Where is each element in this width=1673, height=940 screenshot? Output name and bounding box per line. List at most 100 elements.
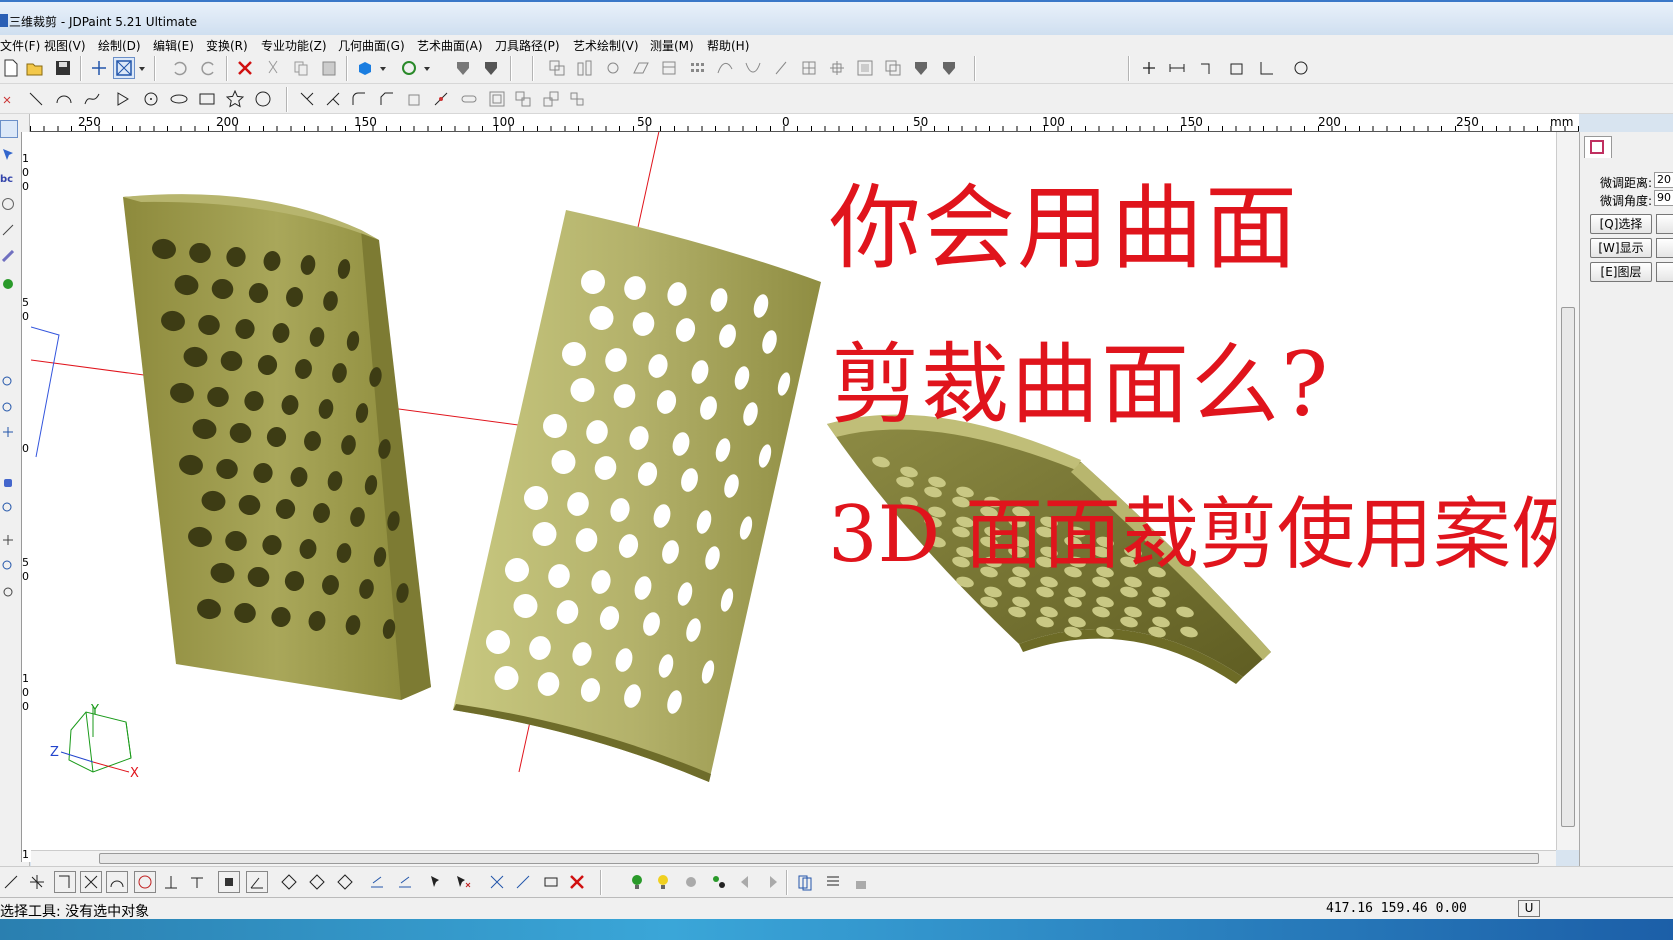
circle-tool-icon[interactable] <box>2 198 14 210</box>
new-file-icon[interactable] <box>0 57 22 79</box>
snap-star-icon[interactable] <box>26 871 48 893</box>
dropdown-arrow-icon[interactable] <box>420 57 434 79</box>
select-extra-button[interactable] <box>1656 214 1673 234</box>
vertical-scroll-thumb[interactable] <box>1561 307 1575 827</box>
snap-arc-icon[interactable] <box>106 871 128 893</box>
open-folder-icon[interactable] <box>24 57 46 79</box>
snap-grid-icon[interactable] <box>218 871 240 893</box>
snap-corner-icon[interactable] <box>54 871 76 893</box>
clear-selection-icon[interactable] <box>566 871 588 893</box>
snap-perpendicular-icon[interactable] <box>160 871 182 893</box>
display-button[interactable]: [W]显示 <box>1590 238 1652 258</box>
shield-icon[interactable] <box>452 57 474 79</box>
snap-line-icon[interactable] <box>0 871 22 893</box>
menu-transform[interactable]: 变换(R) <box>206 37 248 54</box>
line-icon[interactable] <box>25 88 47 110</box>
select-button[interactable]: [Q]选择 <box>1590 214 1652 234</box>
boolean-icon[interactable] <box>882 57 904 79</box>
menu-draw[interactable]: 绘制(D) <box>98 37 141 54</box>
fill-tool-icon[interactable] <box>2 278 14 290</box>
zoom-out-icon[interactable] <box>2 402 14 414</box>
polygon-circle-icon[interactable] <box>252 88 274 110</box>
dropdown-arrow-icon[interactable] <box>376 57 390 79</box>
snap-tangent-icon[interactable] <box>186 871 208 893</box>
curve-icon[interactable] <box>742 57 764 79</box>
display-extra-button[interactable] <box>1656 238 1673 258</box>
arrow-left-icon[interactable] <box>734 871 756 893</box>
layer-tool-icon[interactable] <box>394 871 416 893</box>
menu-art-drawing[interactable]: 艺术绘制(V) <box>573 37 639 54</box>
move-icon[interactable] <box>2 534 14 546</box>
redo-icon[interactable] <box>198 57 220 79</box>
menu-professional[interactable]: 专业功能(Z) <box>261 37 327 54</box>
extend-icon[interactable] <box>322 88 344 110</box>
layers-icon[interactable] <box>566 88 588 110</box>
zoom-window-small-icon[interactable] <box>2 560 14 572</box>
grid-icon[interactable] <box>798 57 820 79</box>
rotate-icon[interactable] <box>602 57 624 79</box>
render-icon[interactable] <box>680 871 702 893</box>
select-filter-icon[interactable] <box>540 871 562 893</box>
trim-icon[interactable] <box>296 88 318 110</box>
shield-icon[interactable] <box>480 57 502 79</box>
list-icon[interactable] <box>822 871 844 893</box>
menu-help[interactable]: 帮助(H) <box>707 37 749 54</box>
array-icon[interactable] <box>686 57 708 79</box>
color-cube-icon[interactable] <box>354 57 376 79</box>
angle-icon[interactable] <box>1256 57 1278 79</box>
navigate-icon[interactable] <box>1290 57 1312 79</box>
zoom-window-icon[interactable] <box>113 57 135 79</box>
pen-tool-icon[interactable] <box>1 249 15 263</box>
view-iso-icon[interactable] <box>334 871 356 893</box>
curve-icon[interactable] <box>714 57 736 79</box>
fillet-icon[interactable] <box>348 88 370 110</box>
lightbulb-icon[interactable] <box>626 871 648 893</box>
menu-view[interactable]: 视图(V) <box>44 37 86 54</box>
offset-icon[interactable] <box>404 88 426 110</box>
menu-art-surface[interactable]: 艺术曲面(A) <box>417 37 483 54</box>
rectangle-icon[interactable] <box>196 88 218 110</box>
delete-icon[interactable] <box>234 57 256 79</box>
pan-icon[interactable] <box>2 426 14 438</box>
slot-icon[interactable] <box>458 88 480 110</box>
shield-icon[interactable] <box>910 57 932 79</box>
copy-layer-icon[interactable] <box>794 871 816 893</box>
lightbulb-icon[interactable] <box>652 871 674 893</box>
refresh-icon[interactable] <box>398 57 420 79</box>
view-iso-icon[interactable] <box>306 871 328 893</box>
select-tool-icon[interactable] <box>0 120 18 138</box>
group-icon[interactable] <box>546 57 568 79</box>
undo-icon[interactable] <box>168 57 190 79</box>
point-icon[interactable] <box>1138 57 1160 79</box>
view-iso-icon[interactable] <box>278 871 300 893</box>
dimension-icon[interactable] <box>1166 57 1188 79</box>
distribute-icon[interactable] <box>826 57 848 79</box>
panel-tab-icon[interactable] <box>1584 136 1612 158</box>
spline-icon[interactable] <box>81 88 103 110</box>
arrow-right-icon[interactable] <box>762 871 784 893</box>
menu-edit[interactable]: 编辑(E) <box>153 37 194 54</box>
layer-extra-button[interactable] <box>1656 262 1673 282</box>
fine-angle-input[interactable]: 90 <box>1654 190 1673 206</box>
drawing-canvas[interactable]: Y X Z 你会用曲面 剪裁曲面么? 3D 面面裁剪使用案例 <box>31 132 1556 850</box>
mirror-icon[interactable] <box>630 57 652 79</box>
polyline-icon[interactable] <box>112 88 134 110</box>
dropdown-arrow-icon[interactable] <box>135 57 149 79</box>
snap-angle-icon[interactable] <box>246 871 268 893</box>
spiral-icon[interactable] <box>770 57 792 79</box>
vertical-scrollbar[interactable] <box>1556 132 1579 850</box>
shield-icon[interactable] <box>938 57 960 79</box>
pick-cursor-icon[interactable] <box>426 871 448 893</box>
circle-icon[interactable] <box>140 88 162 110</box>
fine-distance-input[interactable]: 20 <box>1654 172 1673 188</box>
zoom-in-icon[interactable] <box>2 376 14 388</box>
layer-button[interactable]: [E]图层 <box>1590 262 1652 282</box>
box-measure-icon[interactable] <box>1226 57 1248 79</box>
menu-geometry-surface[interactable]: 几何曲面(G) <box>338 37 405 54</box>
frame-icon[interactable] <box>486 88 508 110</box>
horizontal-scrollbar[interactable] <box>31 850 1556 866</box>
pick-cursor-icon[interactable] <box>452 871 474 893</box>
node-tool-icon[interactable] <box>2 224 14 236</box>
select-filter-icon[interactable] <box>486 871 508 893</box>
cut-icon[interactable] <box>262 57 284 79</box>
